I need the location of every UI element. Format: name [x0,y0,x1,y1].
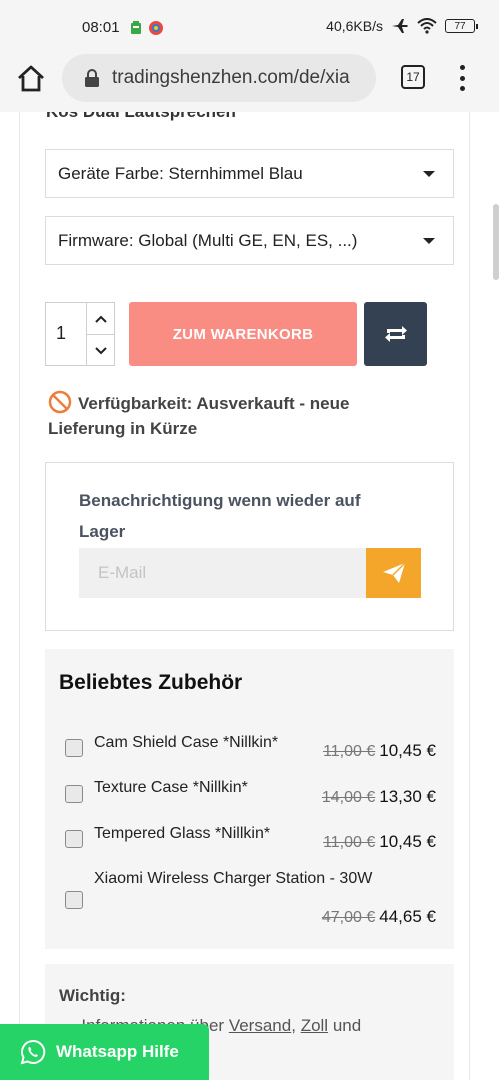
chevron-down-icon [94,346,107,354]
send-notification-button[interactable] [366,548,421,598]
url-text: tradingshenzhen.com/de/xia [112,67,350,88]
current-price: 13,30 € [379,787,436,806]
versand-link[interactable]: Versand [229,1016,291,1035]
battery-level: 77 [454,20,466,32]
product-option-heading: Kos Dual Lautsprechen [46,112,236,122]
accessory-price: 14,00 €13,30 € [322,787,436,807]
address-bar[interactable]: tradingshenzhen.com/de/xia [62,54,376,102]
quantity-increase-button[interactable] [86,303,115,334]
important-separator: , [291,1016,296,1035]
send-icon [382,562,406,583]
firmware-select-value: Firmware: Global (Multi GE, EN, ES, ...) [58,230,358,250]
browser-menu-button[interactable] [458,65,466,91]
add-to-cart-button[interactable]: ZUM WARENKORB [129,302,357,366]
repeat-icon [384,326,407,342]
color-select[interactable]: Geräte Farbe: Sternhimmel Blau [45,149,454,198]
status-notification-icons [130,20,164,36]
old-price: 14,00 € [321,789,376,806]
important-title: Wichtig: [59,986,126,1005]
current-price: 10,45 € [379,832,436,851]
color-select-value: Geräte Farbe: Sternhimmel Blau [58,163,303,183]
accessory-name[interactable]: Tempered Glass *Nillkin* [94,825,270,843]
accessory-price: 47,00 €44,65 € [322,907,436,927]
status-right: 40,6KB/s 77 [326,18,478,34]
quantity-stepper: 1 [45,302,115,366]
accessory-price: 11,00 €10,45 € [323,741,436,761]
accessories-title: Beliebtes Zubehör [59,671,243,694]
accessory-name[interactable]: Cam Shield Case *Nillkin* [94,734,278,752]
accessory-name[interactable]: Texture Case *Nillkin* [94,779,248,797]
notification-app-icon [131,21,141,34]
accessory-name[interactable]: Xiaomi Wireless Charger Station - 30W [94,870,372,888]
quantity-input[interactable]: 1 [56,323,66,344]
popular-accessories: Beliebtes Zubehör Cam Shield Case *Nillk… [45,649,454,949]
availability-status: Verfügbarkeit: Ausverkauft - neue Liefer… [48,390,408,441]
network-speed: 40,6KB/s [326,18,383,34]
email-field[interactable] [79,548,367,598]
airplane-icon [392,19,408,33]
tab-count: 17 [406,70,420,84]
whatsapp-help-button[interactable]: Whatsapp Hilfe [0,1024,209,1080]
quantity-decrease-button[interactable] [86,335,115,366]
current-price: 44,65 € [379,907,436,926]
scrollbar[interactable] [493,204,499,280]
important-text-suffix: und [332,1016,362,1035]
old-price: 11,00 € [323,834,376,851]
browser-toolbar: tradingshenzhen.com/de/xia 17 [0,50,499,112]
restock-notification-title: Benachrichtigung wenn wieder auf Lager [79,491,361,541]
browser-app-icon [149,21,163,35]
page-content: Kos Dual Lautsprechen Geräte Farbe: Ster… [0,112,499,1080]
unavailable-icon [48,390,72,414]
caret-down-icon [423,238,435,244]
compare-button[interactable] [364,302,427,366]
add-to-cart-label: ZUM WARENKORB [172,325,314,343]
zoll-link[interactable]: Zoll [301,1016,328,1035]
availability-text: Verfügbarkeit: Ausverkauft - neue Liefer… [48,394,350,438]
accessory-checkbox[interactable] [65,891,83,909]
restock-notification-box: Benachrichtigung wenn wieder auf Lager [45,462,454,631]
caret-down-icon [423,171,435,177]
current-price: 10,45 € [379,741,436,760]
whatsapp-help-label: Whatsapp Hilfe [56,1042,179,1061]
whatsapp-icon [20,1039,46,1065]
battery-icon: 77 [445,19,478,33]
accessory-checkbox[interactable] [65,830,83,848]
wifi-icon [417,18,437,34]
accessory-checkbox[interactable] [65,785,83,803]
old-price: 47,00 € [321,909,376,926]
status-time: 08:01 [82,19,120,36]
firmware-select[interactable]: Firmware: Global (Multi GE, EN, ES, ...) [45,216,454,265]
accessory-price: 11,00 €10,45 € [323,832,436,852]
chevron-up-icon [94,315,107,323]
home-icon[interactable] [16,64,46,94]
accessory-checkbox[interactable] [65,739,83,757]
tab-switcher-button[interactable]: 17 [401,65,425,89]
old-price: 11,00 € [323,743,376,760]
status-bar: 08:01 40,6KB/s 77 [0,0,499,50]
lock-icon [85,69,99,87]
